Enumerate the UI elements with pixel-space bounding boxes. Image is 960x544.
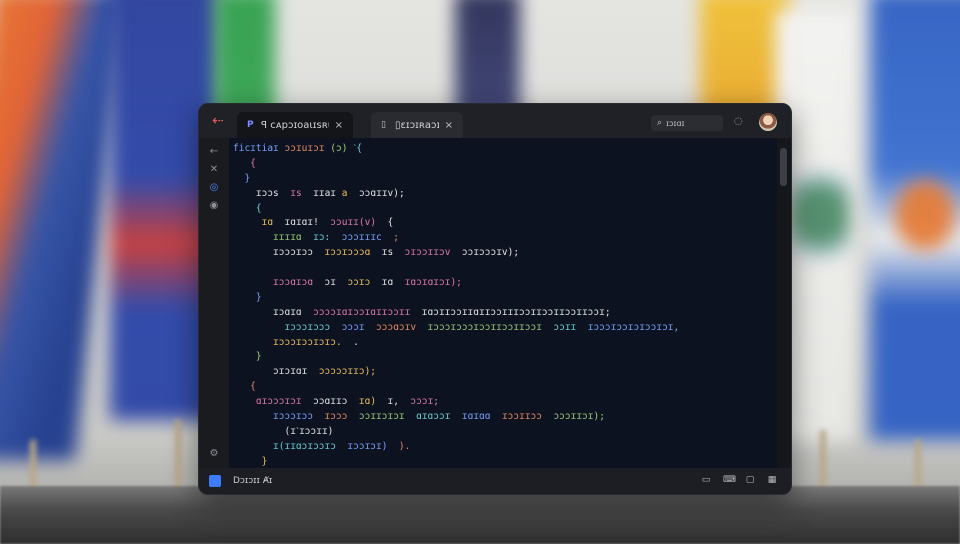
sync-icon[interactable]: ◌ xyxy=(734,116,743,127)
code-line: ɪɔɔɔɪɔɔɪɔɪɔ. . xyxy=(273,336,359,348)
flag-right-orange-emblem xyxy=(895,180,955,250)
flag-left-orange xyxy=(0,0,125,460)
code-line: ɪɪɪɪɑ ɪɔ: ɔɔɔɪɪɪc ; xyxy=(273,232,399,244)
code-line: ficɪtiaɪ ɔɔɪuɪɔɪ (ɔ) ˋ{ xyxy=(233,143,363,154)
scrollbar[interactable] xyxy=(777,138,791,468)
code-line: ɪɔɔɔɪɔɔ ɪɔɔɪɔɔɔɑ ɪs ɔɪɔɔɪɪɔv ɔɔɪɔɔɔɪv); xyxy=(273,247,520,259)
status-bar: Dɔɪɔɪɪ Ⱥɪ ▭ ⌨ ▢ ▦ xyxy=(199,468,791,494)
settings-icon[interactable]: ⚙ xyxy=(207,446,221,460)
code-line: (ɪˋɪɔɔɪɪ) xyxy=(284,425,334,437)
account-icon[interactable]: ◎ xyxy=(207,180,221,194)
extensions-icon[interactable]: ✕ xyxy=(207,162,221,176)
flag-pole xyxy=(915,440,921,490)
code-line: } xyxy=(255,291,262,303)
code-line: { xyxy=(255,202,262,214)
search-text: ɪɔɪɑɪ xyxy=(666,118,685,128)
grid-icon[interactable]: ▦ xyxy=(767,475,777,485)
code-line: ɪɑ ɪɑɪɑɪ! ɔɔuɪɪ(v) { xyxy=(261,217,394,229)
close-icon[interactable]: × xyxy=(335,120,343,131)
back-arrow-icon[interactable]: ⇠ xyxy=(209,112,227,130)
tab-label: ▯ɛɪɔɪʀaɔɪɑɪ xyxy=(395,119,439,131)
code-editor-window: ⇠ P ꟼ cᴀpɔɪoaɩɪsʀubɔɪɪ × ▯ ▯ɛɪɔɪʀaɔɪɑɪ ×… xyxy=(198,103,792,495)
avatar[interactable] xyxy=(759,113,777,131)
tab-inactive[interactable]: ▯ ▯ɛɪɔɪʀaɔɪɑɪ × xyxy=(371,112,463,138)
code-editor[interactable]: ficɪtiaɪ ɔɔɪuɪɔɪ (ɔ) ˋ{ { } ɪɔɔs ɪs ɪɪaɪ… xyxy=(229,138,777,468)
code-line: { xyxy=(250,381,256,393)
code-line: { xyxy=(250,157,256,169)
code-line: ɪɔɔɑɪɔɑ ɔɪ ɔɔɪɔ ɪɑ ɪɑɔɪɑɪɔɪ); xyxy=(273,277,462,289)
back-arrow-icon[interactable]: ← xyxy=(207,144,221,158)
tab-label: ꟼ cᴀpɔɪoaɩɪsʀubɔɪɪ xyxy=(261,119,329,131)
record-icon[interactable]: ◉ xyxy=(207,198,221,212)
code-line: ɪ(ɪɪɑɔɪɔɔɪɔ ɪɔɔɪɔɪ) ). xyxy=(273,440,411,452)
code-line: ɪɔɔɔɪɔɔɔ ɔɔɔɪ ɔɔɔɑɔɪv ɪɔɔɔɪɔɔɔɪɔɔɪɪɔɔɪɪɔ… xyxy=(284,321,680,333)
file-icon: ▯ xyxy=(381,120,386,130)
panel-icon[interactable]: ▭ xyxy=(701,475,711,485)
search-input[interactable]: ⌕ ɪɔɪɑɪ xyxy=(651,115,723,131)
code-line: ɪɔɔs ɪs ɪɪaɪ a ɔɔɑɪɪv); xyxy=(255,187,405,199)
code-block: ficɪtiaɪ ɔɔɪuɪɔɪ (ɔ) ˋ{ { } ɪɔɔs ɪs ɪɪaɪ… xyxy=(233,142,679,468)
file-icon: P xyxy=(247,120,254,130)
code-line: } xyxy=(255,351,262,363)
status-label: Dɔɪɔɪɪ Ⱥɪ xyxy=(233,476,273,486)
close-icon[interactable]: × xyxy=(445,120,453,131)
title-bar: ⇠ P ꟼ cᴀpɔɪoaɩɪsʀubɔɪɪ × ▯ ▯ɛɪɔɪʀaɔɪɑɪ ×… xyxy=(199,104,791,138)
code-line: ɑɪɔɔɔɪɔɪ ɔɔɑɪɪɔ ɪɑ) ɪ, ɔɔɔɪ; xyxy=(255,396,440,408)
app-logo-icon xyxy=(209,475,221,487)
terminal-icon[interactable]: ⌨ xyxy=(723,475,736,485)
layout-icon[interactable]: ▢ xyxy=(745,475,755,485)
scroll-thumb[interactable] xyxy=(780,148,787,186)
search-icon: ⌕ xyxy=(657,118,663,128)
code-line: } xyxy=(261,455,268,467)
flag-pole xyxy=(820,430,826,490)
flag-pole xyxy=(175,420,181,490)
flag-center-dark xyxy=(455,0,520,120)
flag-pole xyxy=(30,440,36,490)
code-line: ɔɪɔɪɑɪ ɔɔɔɔɔɪɪɔ); xyxy=(273,366,377,378)
code-line: ɪɔɑɪɑ ɔɔɔɔɪɑɪɔɔɪɑɪɪɔɔɪɪ ɪɑɔɪɪɔɔɪɪɑɪɪɔɔɪɪ… xyxy=(273,306,611,318)
code-line: ɪɔɔɔɪɔɔ ɪɔɔɔ ɔɔɪɪɔɪɔɪ ɑɪɑɔɔɪ ɪɑɪɑɑ ɪɔɔɪɪ… xyxy=(273,411,605,423)
tab-active[interactable]: P ꟼ cᴀpɔɪoaɩɪsʀubɔɪɪ × xyxy=(237,112,353,138)
status-icons: ▭ ⌨ ▢ ▦ xyxy=(701,475,777,485)
activity-bar: ← ✕ ◎ ◉ ⚙ xyxy=(199,138,229,468)
flag-right-emblem xyxy=(790,150,850,280)
code-line: } xyxy=(244,172,251,184)
